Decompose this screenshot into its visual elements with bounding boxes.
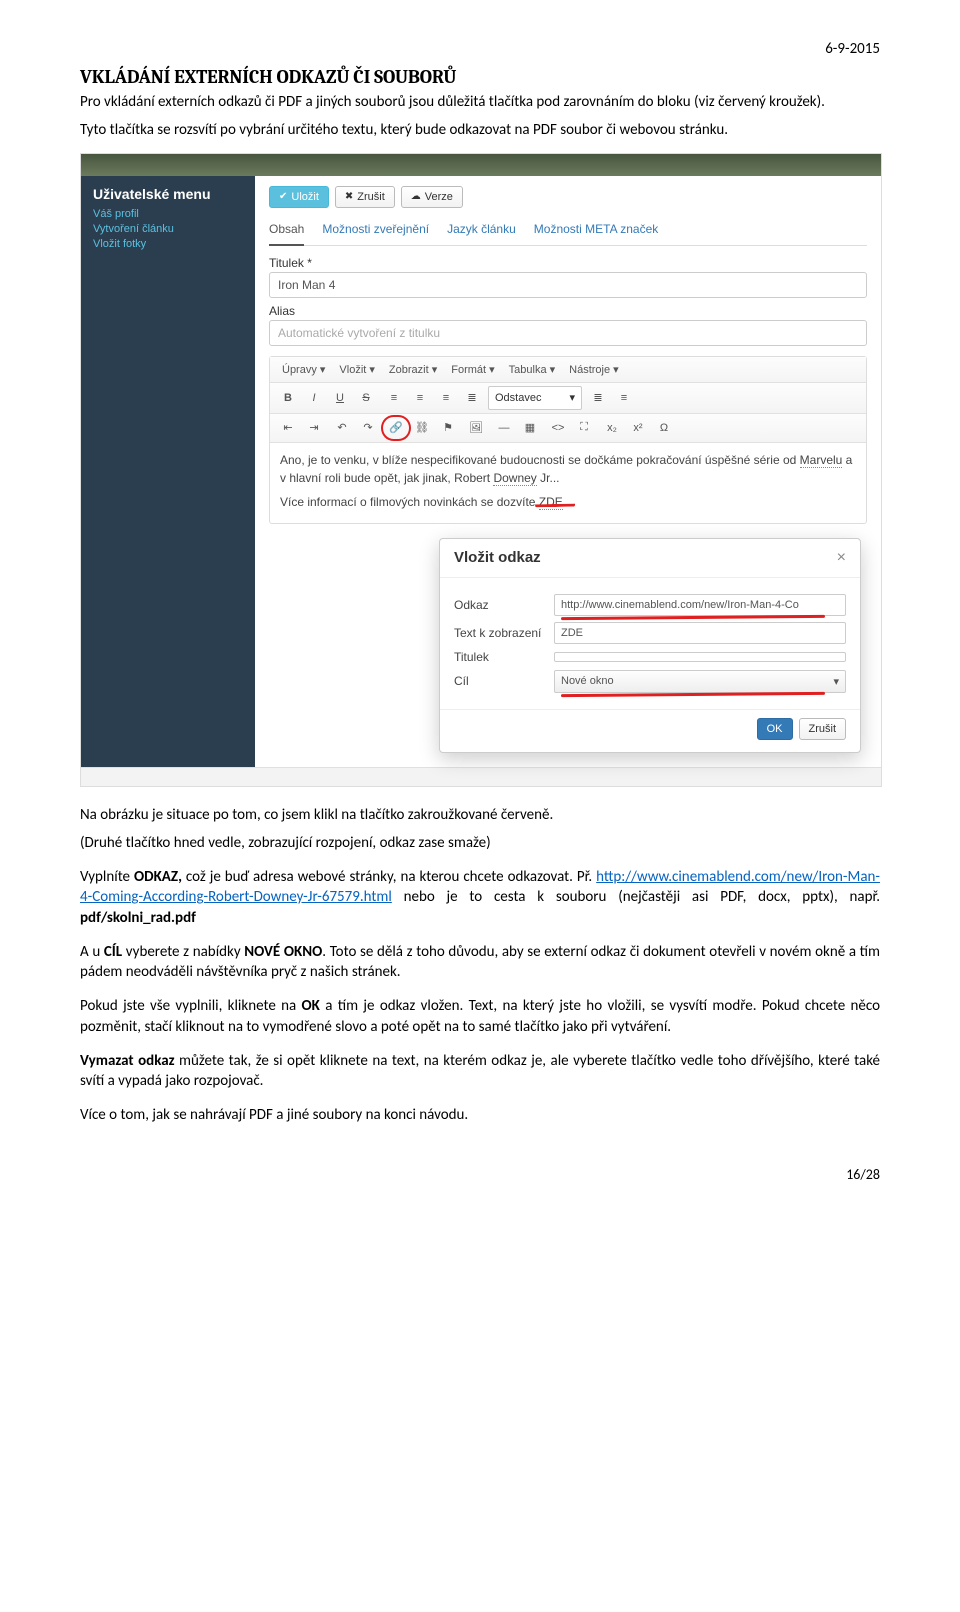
- source-icon[interactable]: <>: [546, 417, 570, 439]
- insert-link-icon[interactable]: 🔗: [384, 417, 408, 439]
- remove-link-icon[interactable]: ⛓: [410, 417, 434, 439]
- tab-publishing[interactable]: Možnosti zveřejnění: [322, 216, 429, 245]
- paragraph-5: Vyplníte ODKAZ, což je buď adresa webové…: [80, 867, 880, 928]
- paragraph-6: A u CÍL vyberete z nabídky NOVÉ OKNO. To…: [80, 942, 880, 983]
- dialog-title-input[interactable]: [554, 652, 846, 662]
- bold-icon[interactable]: B: [276, 387, 300, 409]
- indent-icon[interactable]: ⇥: [302, 417, 326, 439]
- bullet-list-icon[interactable]: ≣: [586, 387, 610, 409]
- paragraph-9: Více o tom, jak se nahrávají PDF a jiné …: [80, 1105, 880, 1125]
- cancel-button[interactable]: ✖Zrušit: [335, 186, 395, 208]
- strike-icon[interactable]: S: [354, 387, 378, 409]
- tab-language[interactable]: Jazyk článku: [447, 216, 516, 245]
- number-list-icon[interactable]: ≡: [612, 387, 636, 409]
- content-line1c: Jr...: [537, 471, 560, 485]
- outdent-icon[interactable]: ⇤: [276, 417, 300, 439]
- menu-tools[interactable]: Nástroje ▾: [563, 361, 625, 378]
- screenshot-footer: [81, 767, 881, 786]
- italic-icon[interactable]: I: [302, 387, 326, 409]
- anchor-icon[interactable]: ⚑: [436, 417, 460, 439]
- insert-link-dialog: Vložit odkaz × Odkaz http://www.cinemabl…: [439, 538, 861, 753]
- align-left-icon[interactable]: ≡: [382, 387, 406, 409]
- align-center-icon[interactable]: ≡: [408, 387, 432, 409]
- menu-view[interactable]: Zobrazit ▾: [383, 361, 443, 378]
- special-char-icon[interactable]: Ω: [652, 417, 676, 439]
- sidebar-item-create-article[interactable]: Vytvoření článku: [93, 223, 243, 235]
- red-underline-mark: [535, 497, 575, 507]
- content-line1a: Ano, je to venku, v blíže nespecifikovan…: [280, 453, 800, 467]
- sidebar: Uživatelské menu Váš profil Vytvoření čl…: [81, 176, 255, 767]
- dialog-title-label: Titulek: [454, 650, 554, 664]
- editor-content[interactable]: Ano, je to venku, v blíže nespecifikovan…: [270, 443, 866, 523]
- content-marvelu: Marvelu: [800, 453, 843, 468]
- fullscreen-icon[interactable]: ⛶: [572, 417, 596, 439]
- dialog-text-input[interactable]: ZDE: [554, 622, 846, 644]
- paragraph-7: Pokud jste vše vyplnili, kliknete na OK …: [80, 996, 880, 1037]
- save-button[interactable]: ✔Uložit: [269, 186, 329, 208]
- subscript-icon[interactable]: x₂: [600, 417, 624, 439]
- sidebar-item-profile[interactable]: Váš profil: [93, 208, 243, 220]
- sidebar-title: Uživatelské menu: [93, 186, 243, 202]
- paragraph-2: Tyto tlačítka se rozsvítí po vybrání urč…: [80, 120, 880, 140]
- align-justify-icon[interactable]: ≣: [460, 387, 484, 409]
- screenshot-panel: Uživatelské menu Váš profil Vytvoření čl…: [80, 153, 882, 787]
- paragraph-4: (Druhé tlačítko hned vedle, zobrazující …: [80, 833, 880, 853]
- chevron-down-icon: ▾: [569, 391, 575, 404]
- hr-icon[interactable]: —: [492, 417, 516, 439]
- align-right-icon[interactable]: ≡: [434, 387, 458, 409]
- menu-table[interactable]: Tabulka ▾: [503, 361, 562, 378]
- dialog-ok-button[interactable]: OK: [757, 718, 793, 740]
- tab-content[interactable]: Obsah: [269, 216, 304, 246]
- versions-button[interactable]: ☁Verze: [401, 186, 463, 208]
- dialog-target-select[interactable]: Nové okno▾: [554, 670, 846, 693]
- title-input[interactable]: Iron Man 4: [269, 272, 867, 298]
- page-number: 16/28: [80, 1166, 880, 1183]
- page-date: 6-9-2015: [80, 40, 880, 58]
- alias-label: Alias: [269, 304, 867, 318]
- dialog-url-label: Odkaz: [454, 598, 554, 612]
- content-line2a: Více informací o filmových novinkách se …: [280, 495, 539, 509]
- menu-format[interactable]: Formát ▾: [445, 361, 500, 378]
- redo-icon[interactable]: ↷: [356, 417, 380, 439]
- undo-icon[interactable]: ↶: [330, 417, 354, 439]
- cloud-icon: ☁: [411, 191, 421, 202]
- editor-toolbar-1: B I U S ≡ ≡ ≡ ≣ Odstavec▾ ≣ ≡: [270, 383, 866, 414]
- hero-banner: [81, 154, 881, 176]
- menu-insert[interactable]: Vložit ▾: [333, 361, 380, 378]
- alias-input[interactable]: Automatické vytvoření z titulku: [269, 320, 867, 346]
- image-icon[interactable]: 🖼: [464, 417, 488, 439]
- dialog-url-input[interactable]: http://www.cinemablend.com/new/Iron-Man-…: [554, 594, 846, 616]
- dialog-title: Vložit odkaz: [454, 549, 541, 566]
- sidebar-item-upload-photos[interactable]: Vložit fotky: [93, 238, 243, 250]
- superscript-icon[interactable]: x²: [626, 417, 650, 439]
- format-select[interactable]: Odstavec▾: [488, 386, 582, 410]
- editor-toolbar-2: ⇤ ⇥ ↶ ↷ 🔗 ⛓ ⚑ 🖼 — ▦: [270, 414, 866, 443]
- paragraph-8: Vymazat odkaz můžete tak, že si opět kli…: [80, 1051, 880, 1092]
- editor-menubar: Úpravy ▾ Vložit ▾ Zobrazit ▾ Formát ▾ Ta…: [270, 357, 866, 383]
- paragraph-3: Na obrázku je situace po tom, co jsem kl…: [80, 805, 880, 825]
- paragraph-1: Pro vkládání externích odkazů či PDF a j…: [80, 92, 880, 112]
- chevron-down-icon: ▾: [833, 675, 839, 688]
- dialog-target-label: Cíl: [454, 674, 554, 688]
- editor: Úpravy ▾ Vložit ▾ Zobrazit ▾ Formát ▾ Ta…: [269, 356, 867, 524]
- underline-icon[interactable]: U: [328, 387, 352, 409]
- dialog-cancel-button[interactable]: Zrušit: [799, 718, 847, 740]
- cancel-icon: ✖: [345, 191, 353, 202]
- section-heading: VKLÁDÁNÍ EXTERNÍCH ODKAZŮ ČI SOUBORŮ: [80, 66, 880, 88]
- check-icon: ✔: [279, 191, 287, 202]
- main-area: ✔Uložit ✖Zrušit ☁Verze Obsah Možnosti zv…: [255, 176, 881, 767]
- dialog-close-icon[interactable]: ×: [837, 549, 846, 567]
- tab-meta[interactable]: Možnosti META značek: [534, 216, 659, 245]
- table-icon[interactable]: ▦: [518, 417, 542, 439]
- dialog-text-label: Text k zobrazení: [454, 626, 554, 640]
- menu-edit[interactable]: Úpravy ▾: [276, 361, 331, 378]
- title-label: Titulek *: [269, 256, 867, 270]
- tabs: Obsah Možnosti zveřejnění Jazyk článku M…: [269, 216, 867, 246]
- content-downey: Downey: [493, 471, 536, 486]
